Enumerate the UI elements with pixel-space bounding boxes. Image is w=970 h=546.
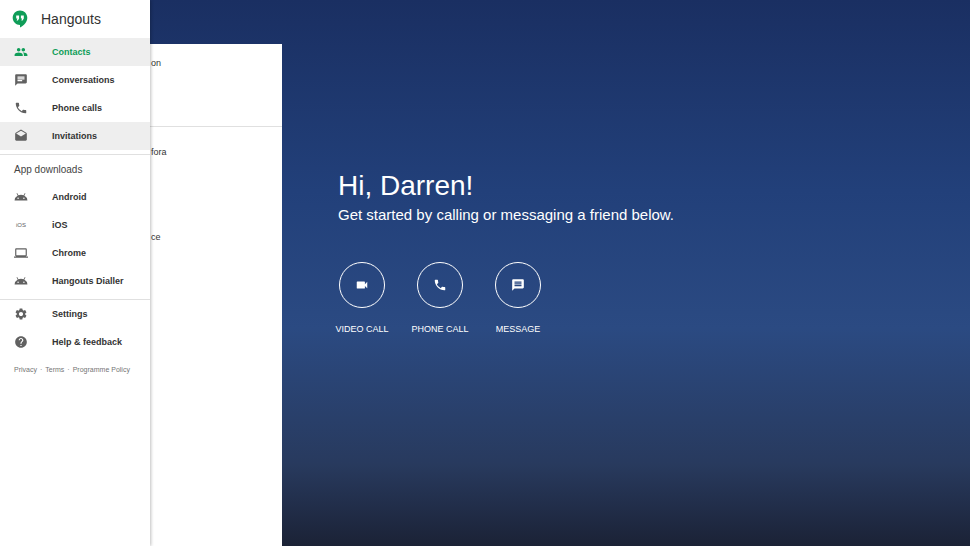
hangouts-logo-icon bbox=[12, 10, 28, 28]
download-item[interactable]: Hangouts Dialler bbox=[0, 267, 150, 295]
greeting-subtitle: Get started by calling or messaging a fr… bbox=[334, 206, 970, 224]
download-icon-box: iOS bbox=[14, 218, 28, 232]
nav-icon-box bbox=[14, 129, 28, 143]
footer-links: Privacy·Terms·Programme Policy bbox=[0, 356, 150, 373]
hangouts-page: on fora ce Hi, Darren! Get started by callin… bbox=[0, 0, 970, 546]
message-icon bbox=[511, 278, 525, 292]
download-item[interactable]: Android bbox=[0, 183, 150, 211]
gear-icon bbox=[14, 307, 28, 321]
download-label: Hangouts Dialler bbox=[52, 276, 124, 286]
action-button[interactable] bbox=[495, 262, 541, 308]
nav-icon-box bbox=[14, 101, 28, 115]
contact-text: ce bbox=[151, 232, 161, 242]
action-item: PHONE CALL bbox=[412, 262, 468, 335]
action-label: MESSAGE bbox=[496, 324, 541, 335]
footer-separator: · bbox=[40, 366, 42, 373]
nav-label: Contacts bbox=[52, 47, 91, 57]
download-label: Android bbox=[52, 192, 87, 202]
video-camera-icon bbox=[355, 278, 369, 292]
ios-icon: iOS bbox=[16, 222, 26, 228]
people-icon bbox=[14, 45, 28, 59]
settings-label: Help & feedback bbox=[52, 337, 122, 347]
nav-item[interactable]: Phone calls bbox=[0, 94, 150, 122]
help-icon bbox=[14, 335, 28, 349]
action-label: VIDEO CALL bbox=[335, 324, 388, 335]
drawer-header: Hangouts bbox=[0, 0, 150, 38]
action-button[interactable] bbox=[417, 262, 463, 308]
greeting-title: Hi, Darren! bbox=[334, 170, 970, 202]
footer-link[interactable]: Privacy bbox=[14, 366, 37, 373]
phone-icon bbox=[433, 278, 447, 292]
laptop-icon bbox=[14, 246, 28, 260]
download-icon-box bbox=[14, 190, 28, 204]
android-icon bbox=[14, 274, 28, 288]
nav-drawer: Hangouts Contacts Conversations Phone calls… bbox=[0, 0, 150, 546]
action-label: PHONE CALL bbox=[411, 324, 468, 335]
action-button[interactable] bbox=[339, 262, 385, 308]
nav-label: Invitations bbox=[52, 131, 97, 141]
settings-item[interactable]: Settings bbox=[0, 300, 150, 328]
open-envelope-icon bbox=[14, 129, 28, 143]
download-icon-box bbox=[14, 246, 28, 260]
divider bbox=[0, 299, 150, 300]
chat-icon bbox=[14, 73, 28, 87]
action-row: VIDEO CALL PHONE CALL MESSAGE bbox=[334, 262, 970, 335]
action-item: MESSAGE bbox=[490, 262, 546, 335]
phone-icon bbox=[14, 101, 28, 115]
settings-icon-box bbox=[14, 335, 28, 349]
divider bbox=[0, 154, 150, 155]
welcome-area: Hi, Darren! Get started by calling or mes… bbox=[282, 0, 970, 546]
app-title: Hangouts bbox=[41, 11, 101, 27]
nav-item[interactable]: Invitations bbox=[0, 122, 150, 150]
nav-label: Conversations bbox=[52, 75, 115, 85]
download-icon-box bbox=[14, 274, 28, 288]
nav-item[interactable]: Conversations bbox=[0, 66, 150, 94]
download-label: iOS bbox=[52, 220, 68, 230]
download-item[interactable]: Chrome bbox=[0, 239, 150, 267]
nav-icon-box bbox=[14, 73, 28, 87]
download-item[interactable]: iOS iOS bbox=[0, 211, 150, 239]
settings-label: Settings bbox=[52, 309, 88, 319]
contact-text: fora bbox=[151, 147, 167, 157]
footer-link[interactable]: Programme Policy bbox=[73, 366, 130, 373]
android-icon bbox=[14, 190, 28, 204]
download-label: Chrome bbox=[52, 248, 86, 258]
footer-separator: · bbox=[67, 366, 69, 373]
nav-icon-box bbox=[14, 45, 28, 59]
nav-label: Phone calls bbox=[52, 103, 102, 113]
contact-text: on bbox=[151, 58, 161, 68]
footer-link[interactable]: Terms bbox=[45, 366, 64, 373]
settings-icon-box bbox=[14, 307, 28, 321]
nav-item[interactable]: Contacts bbox=[0, 38, 150, 66]
settings-item[interactable]: Help & feedback bbox=[0, 328, 150, 356]
action-item: VIDEO CALL bbox=[334, 262, 390, 335]
section-heading: App downloads bbox=[0, 155, 150, 183]
